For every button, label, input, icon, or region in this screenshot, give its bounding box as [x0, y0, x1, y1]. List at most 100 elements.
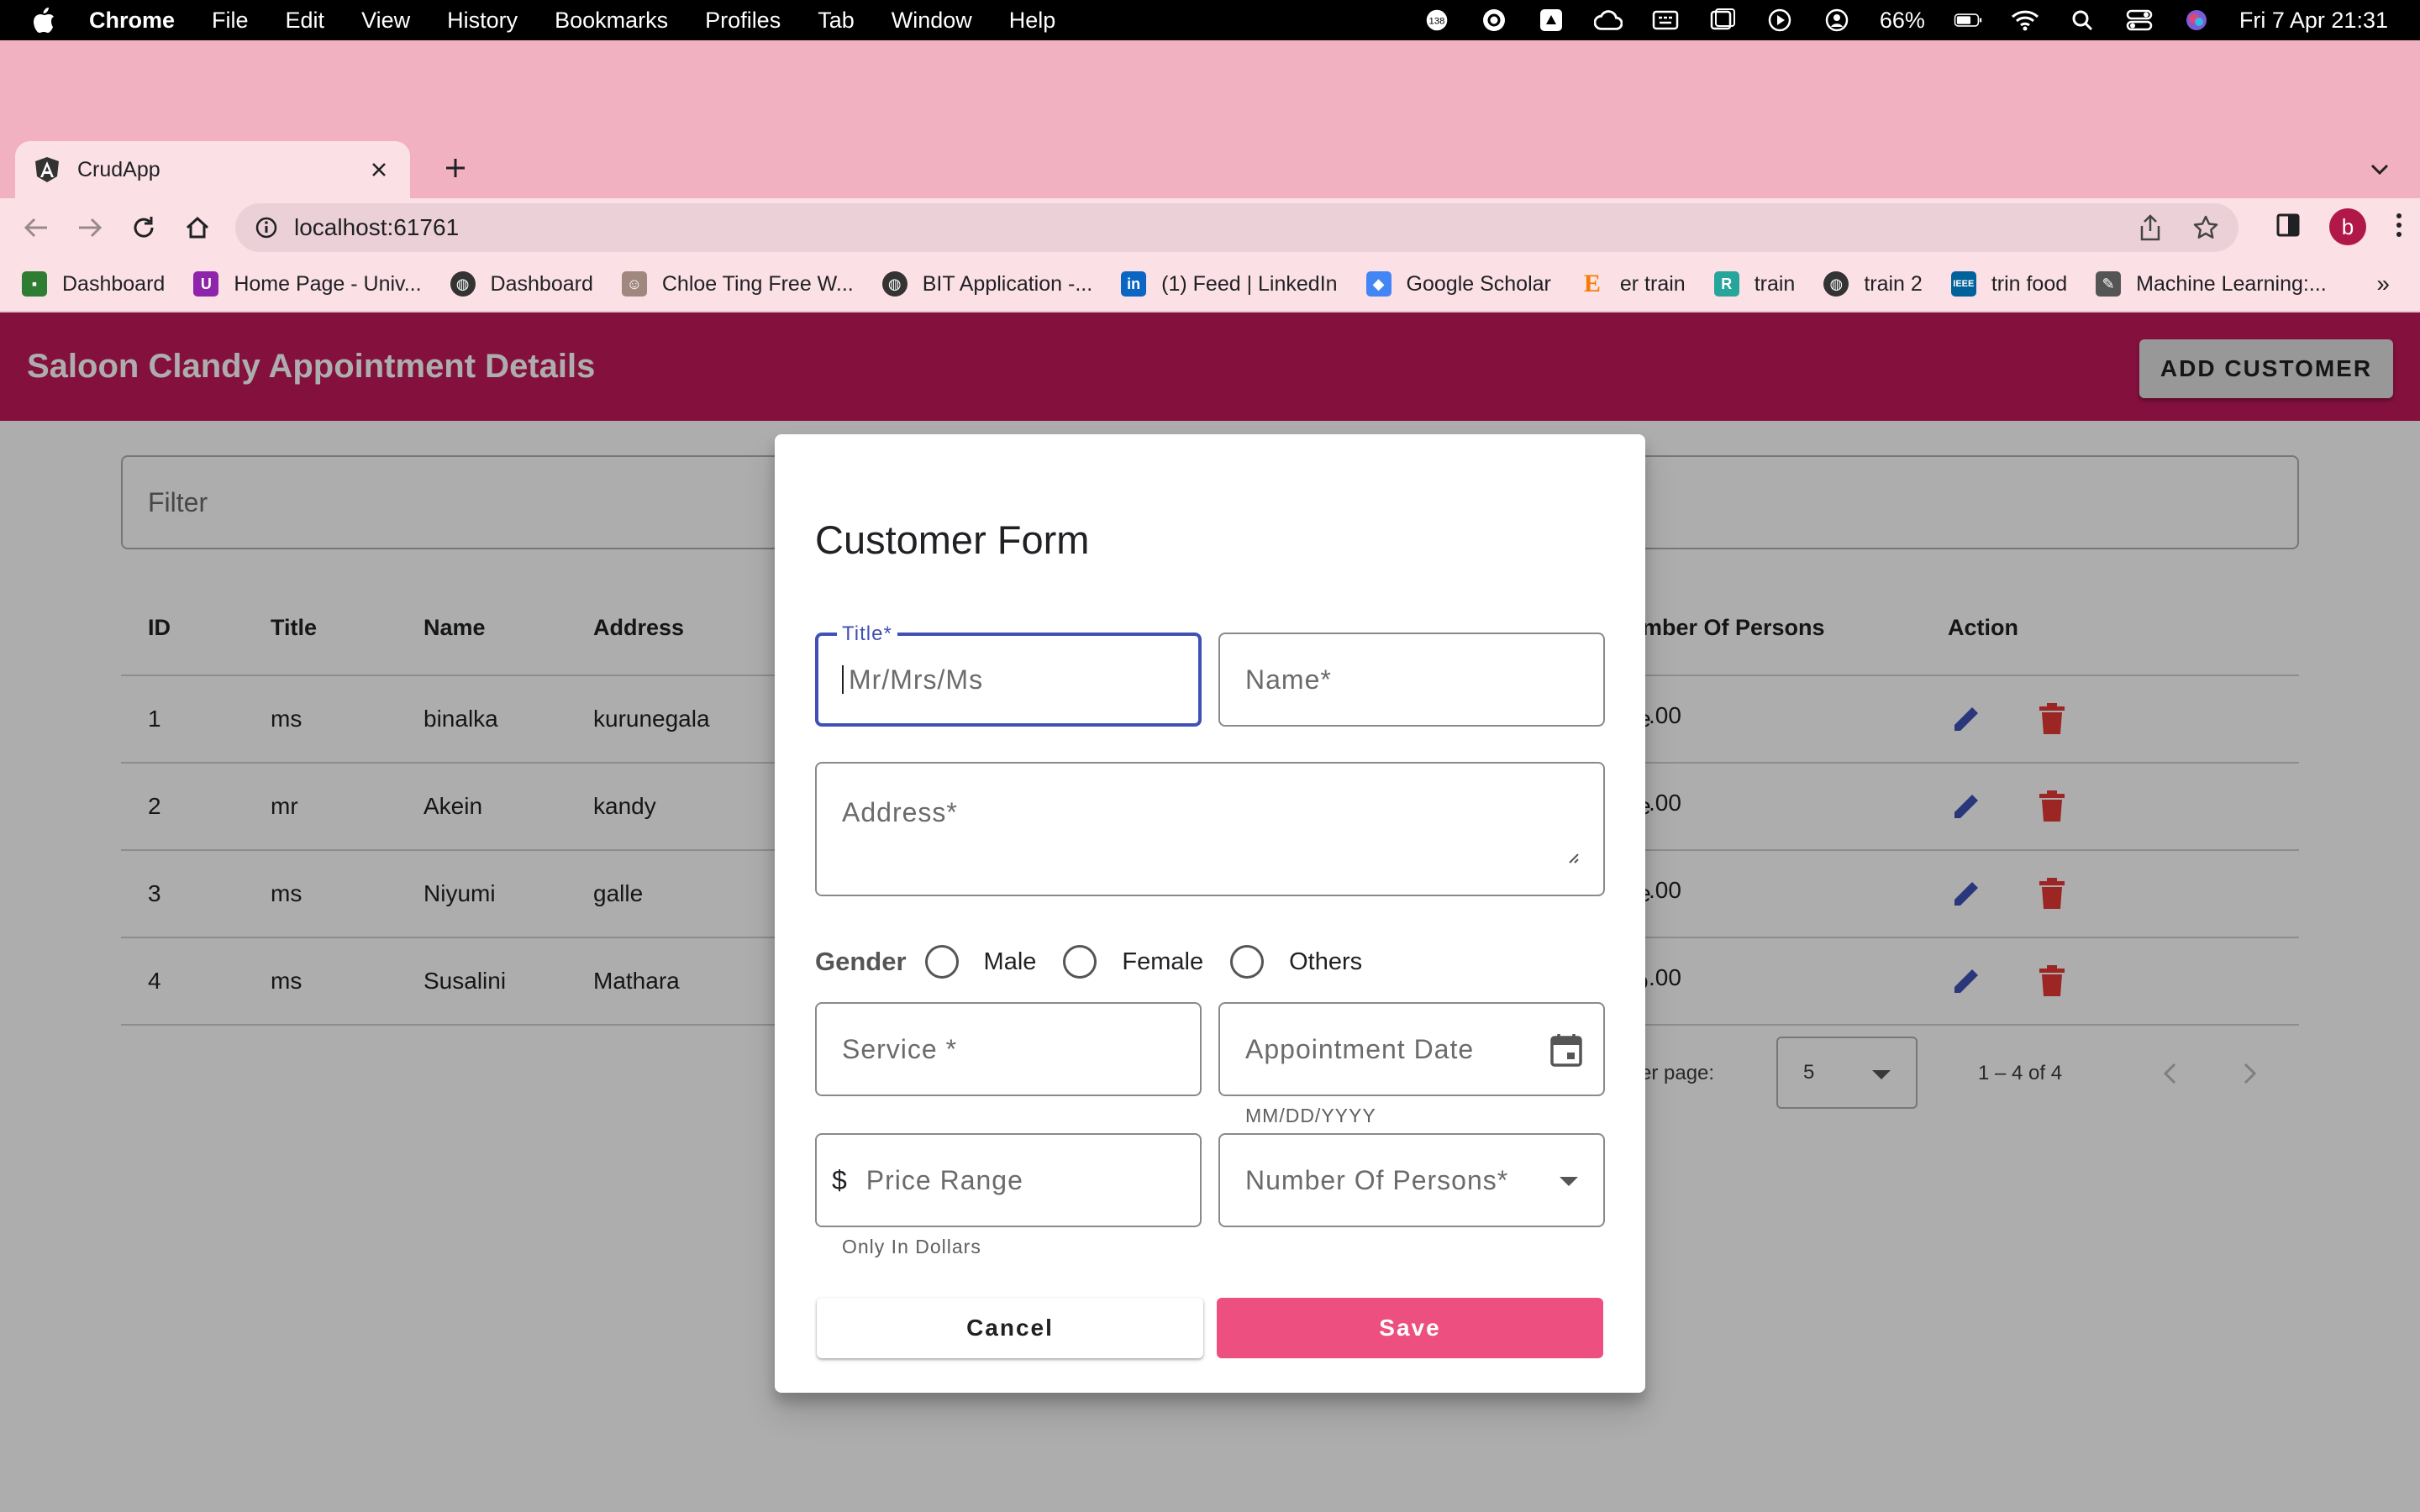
radio-button[interactable]: [924, 945, 959, 979]
persons-placeholder: Number Of Persons*: [1245, 1164, 1509, 1195]
e-icon: E: [1583, 270, 1601, 297]
profile-avatar[interactable]: b: [2329, 208, 2366, 245]
number-of-persons-select[interactable]: Number Of Persons*: [1218, 1133, 1605, 1227]
menubar-clock: Fri 7 Apr 21:31: [2238, 7, 2388, 33]
apple-icon[interactable]: [32, 7, 55, 34]
gender-label: Gender: [815, 947, 907, 976]
bookmark-item[interactable]: ☺ Chloe Ting Free W...: [621, 271, 854, 297]
side-panel-icon[interactable]: [2275, 213, 2301, 242]
bookmark-label: Dashboard: [62, 271, 166, 296]
service-placeholder: Service *: [842, 1033, 958, 1064]
address-textarea[interactable]: Address*: [815, 762, 1605, 896]
scholar-icon: ◆: [1365, 271, 1392, 297]
menu-bookmarks[interactable]: Bookmarks: [555, 8, 668, 34]
appointment-date-input[interactable]: Appointment Date: [1218, 1002, 1605, 1096]
menu-history[interactable]: History: [447, 8, 518, 34]
user-icon[interactable]: [1823, 8, 1851, 33]
customer-form-dialog: Customer Form Title* Mr/Mrs/Ms Name* Add…: [775, 434, 1645, 1393]
bookmark-label: er train: [1619, 271, 1686, 296]
gender-option-label: Male: [983, 948, 1037, 975]
bookmark-label: train 2: [1864, 271, 1923, 296]
menu-edit[interactable]: Edit: [286, 8, 325, 34]
radio-button[interactable]: [1063, 945, 1097, 979]
tab-crudapp[interactable]: CrudApp: [15, 141, 410, 198]
dialog-title: Customer Form: [815, 517, 1090, 562]
angular-icon: [34, 156, 60, 183]
dashboard-icon: ▪: [22, 271, 47, 297]
reload-icon[interactable]: [126, 210, 161, 245]
bookmark-item[interactable]: Eer train: [1580, 270, 1686, 297]
svg-text:138: 138: [1428, 17, 1444, 27]
info-icon[interactable]: [252, 213, 281, 242]
wifi-icon[interactable]: [2011, 8, 2039, 33]
cancel-button[interactable]: Cancel: [817, 1298, 1203, 1358]
tab-strip: CrudApp: [0, 40, 2420, 198]
gender-option-label: Others: [1289, 948, 1363, 975]
macos-menubar: Chrome File Edit View History Bookmarks …: [0, 0, 2420, 40]
play-icon[interactable]: [1765, 8, 1794, 33]
battery-icon[interactable]: [1954, 8, 1982, 33]
r-icon: R: [1713, 271, 1739, 297]
university-icon: U: [193, 271, 219, 297]
gender-option-female[interactable]: Female: [1063, 945, 1203, 979]
service-input[interactable]: Service *: [815, 1002, 1202, 1096]
menu-profiles[interactable]: Profiles: [705, 8, 781, 34]
menu-tab[interactable]: Tab: [818, 8, 855, 34]
window-icon[interactable]: [1708, 8, 1737, 33]
name-input[interactable]: Name*: [1218, 633, 1605, 727]
dollar-prefix: $: [832, 1164, 848, 1195]
bookmark-item[interactable]: Rtrain: [1713, 271, 1795, 297]
share-icon[interactable]: [2134, 212, 2166, 244]
bookmark-item[interactable]: ◍ Dashboard: [450, 271, 593, 297]
gender-option-others[interactable]: Others: [1230, 945, 1362, 979]
bookmark-item[interactable]: ✎ Machine Learning:...: [2096, 271, 2327, 297]
save-button[interactable]: Save: [1217, 1298, 1603, 1358]
price-range-input[interactable]: $ Price Range: [815, 1133, 1202, 1227]
forward-arrow-icon[interactable]: [72, 210, 108, 245]
globe-icon: ◍: [450, 271, 476, 297]
grammarly-icon[interactable]: [1480, 8, 1508, 33]
back-arrow-icon[interactable]: [18, 210, 54, 245]
bookmark-item[interactable]: ◍ BIT Application -...: [881, 271, 1092, 297]
menu-window[interactable]: Window: [892, 8, 972, 34]
keyboard-icon[interactable]: [1651, 8, 1680, 33]
bookmark-item[interactable]: ▪ Dashboard: [22, 271, 165, 297]
drive-icon[interactable]: [1537, 8, 1565, 33]
resize-handle-icon[interactable]: [1566, 840, 1580, 871]
chevron-down-icon[interactable]: [2365, 155, 2395, 185]
address-bar[interactable]: localhost:61761: [235, 203, 2238, 252]
calendar-icon[interactable]: [1549, 1032, 1583, 1074]
name-placeholder: Name*: [1245, 664, 1332, 695]
bookmark-label: trin food: [1991, 271, 2068, 296]
bookmark-label: Google Scholar: [1406, 271, 1551, 296]
ieee-icon: IEEE: [1950, 271, 1976, 297]
bookmark-label: Dashboard: [490, 271, 593, 296]
search-icon[interactable]: [2068, 8, 2096, 33]
title-input[interactable]: Title* Mr/Mrs/Ms: [815, 622, 1202, 727]
price-placeholder: Price Range: [865, 1164, 1023, 1195]
radio-button[interactable]: [1230, 945, 1265, 979]
bookmarks-overflow-icon[interactable]: »: [2376, 270, 2390, 297]
siri-icon[interactable]: [2182, 8, 2211, 33]
new-tab-icon[interactable]: [439, 151, 472, 185]
bookmark-item[interactable]: U Home Page - Univ...: [193, 271, 422, 297]
bookmark-item[interactable]: ◍ train 2: [1823, 271, 1923, 297]
control-center-icon[interactable]: [2125, 8, 2154, 33]
bookmark-star-icon[interactable]: [2190, 212, 2222, 244]
gender-option-male[interactable]: Male: [924, 945, 1037, 979]
menu-view[interactable]: View: [361, 8, 410, 34]
bookmark-item[interactable]: ◆ Google Scholar: [1365, 271, 1551, 297]
close-icon[interactable]: [366, 157, 392, 182]
menu-app-name[interactable]: Chrome: [89, 8, 175, 34]
menu-help[interactable]: Help: [1009, 8, 1056, 34]
notification-badge-icon[interactable]: 138: [1423, 8, 1451, 33]
home-icon[interactable]: [180, 210, 215, 245]
text-cursor: [842, 665, 844, 694]
cloud-icon[interactable]: [1593, 8, 1623, 33]
bookmark-item[interactable]: in (1) Feed | LinkedIn: [1121, 271, 1338, 297]
more-vert-icon[interactable]: [2395, 212, 2403, 243]
gender-radio-group: Gender Male Female Others: [815, 945, 1389, 979]
bookmark-item[interactable]: IEEE trin food: [1950, 271, 2068, 297]
menu-file[interactable]: File: [212, 8, 249, 34]
bookmark-label: Chloe Ting Free W...: [661, 271, 854, 296]
